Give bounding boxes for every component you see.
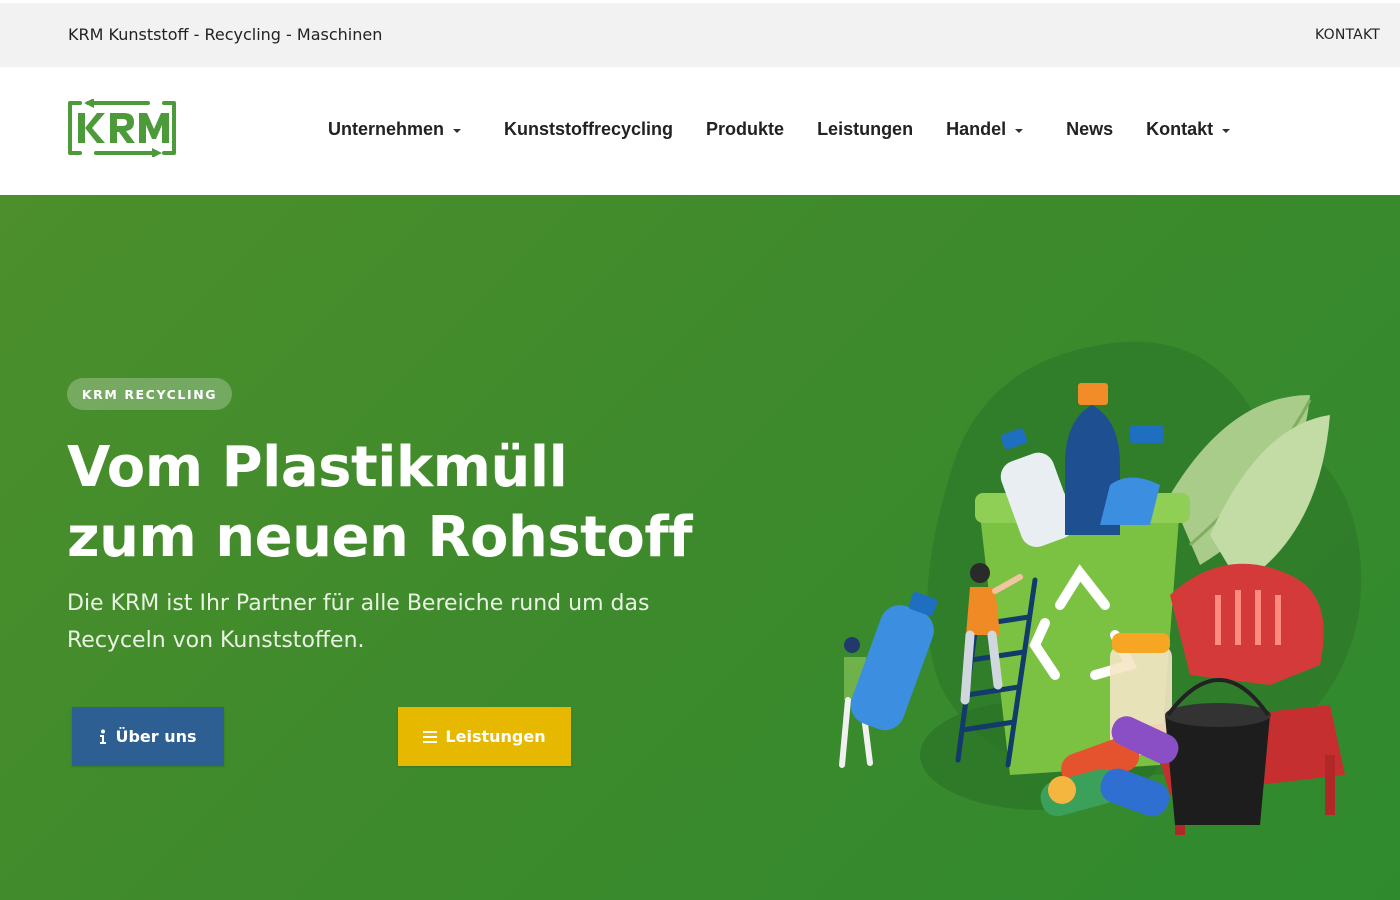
nav-item-leistungen[interactable]: Leistungen: [817, 119, 913, 140]
about-us-button[interactable]: Über uns: [72, 707, 224, 766]
site-header: Unternehmen Kunststoffrecycling Produkte…: [0, 67, 1400, 195]
info-icon: [99, 729, 107, 745]
nav-item-unternehmen[interactable]: Unternehmen: [328, 119, 471, 140]
nav-label: Leistungen: [817, 119, 914, 139]
nav-item-handel[interactable]: Handel: [946, 119, 1033, 140]
nav-label: Handel: [946, 119, 1007, 139]
main-nav: Unternehmen Kunststoffrecycling Produkte…: [328, 119, 1273, 140]
hero-title: Vom Plastikmüll zum neuen Rohstoff: [67, 435, 693, 570]
recycling-illustration: [830, 305, 1370, 865]
nav-item-news[interactable]: News: [1066, 119, 1113, 140]
about-us-label: Über uns: [115, 727, 197, 746]
services-button[interactable]: Leistungen: [398, 707, 571, 766]
hero-section: KRM RECYCLING Vom Plastikmüll zum neuen …: [0, 195, 1400, 900]
top-contact-link[interactable]: KONTAKT: [1315, 27, 1380, 43]
chevron-down-icon: [453, 128, 462, 133]
nav-item-kunststoffrecycling[interactable]: Kunststoffrecycling: [504, 119, 673, 140]
services-label: Leistungen: [445, 727, 546, 746]
nav-item-produkte[interactable]: Produkte: [706, 119, 784, 140]
top-bar: KRM Kunststoff - Recycling - Maschinen K…: [0, 0, 1400, 67]
menu-lines-icon: [423, 730, 438, 743]
nav-label: News: [1066, 119, 1114, 139]
site-tagline: KRM Kunststoff - Recycling - Maschinen: [68, 25, 383, 44]
chevron-down-icon: [1015, 128, 1024, 133]
chevron-down-icon: [1222, 128, 1231, 133]
nav-label: Kunststoffrecycling: [504, 119, 674, 139]
nav-label: Unternehmen: [328, 119, 445, 139]
nav-item-kontakt[interactable]: Kontakt: [1146, 119, 1240, 140]
hero-badge: KRM RECYCLING: [67, 378, 232, 410]
nav-label: Kontakt: [1146, 119, 1214, 139]
krm-logo[interactable]: [66, 98, 178, 158]
hero-text: Die KRM ist Ihr Partner für alle Bereich…: [67, 591, 650, 653]
nav-label: Produkte: [706, 119, 785, 139]
